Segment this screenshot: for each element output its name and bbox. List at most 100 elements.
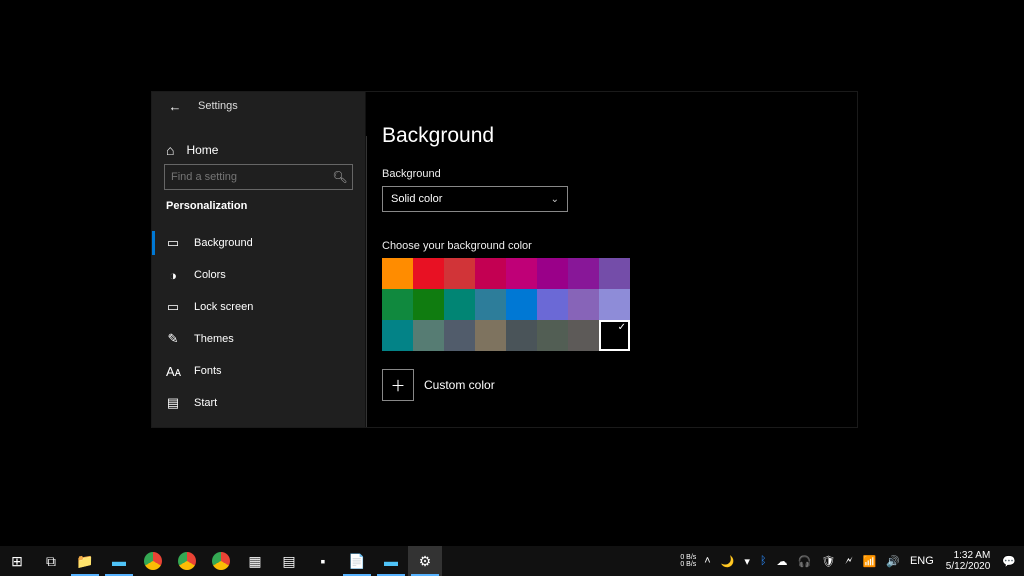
color-swatch[interactable] <box>568 320 599 351</box>
color-swatch[interactable] <box>506 258 537 289</box>
color-swatch[interactable] <box>599 320 630 351</box>
bluetooth-icon[interactable]: ᛒ <box>758 555 769 567</box>
sidebar-item-label: Start <box>194 397 217 409</box>
chrome-icon <box>144 552 162 570</box>
sidebar-item-label: Lock screen <box>194 301 253 313</box>
search-input[interactable]: 🔍︎ <box>164 164 353 190</box>
file-explorer-task[interactable]: 📁 <box>68 546 102 576</box>
search-field[interactable] <box>165 171 328 183</box>
sidebar-item-background[interactable]: ▭Background <box>152 227 365 259</box>
color-swatch[interactable] <box>475 258 506 289</box>
language-indicator[interactable]: ENG <box>908 555 936 567</box>
headphones-icon[interactable]: 🎧 <box>796 555 814 568</box>
security-icon[interactable]: 🛡 <box>819 555 837 568</box>
start-icon: ▤ <box>166 395 180 411</box>
color-swatch[interactable] <box>413 320 444 351</box>
chrome-task-3[interactable] <box>204 546 238 576</box>
home-label: Home <box>186 143 218 157</box>
color-swatch[interactable] <box>475 289 506 320</box>
wifi-icon[interactable]: 📶 <box>861 555 879 568</box>
app-task-4[interactable]: 📄 <box>340 546 374 576</box>
window-icon: ▬ <box>112 553 126 569</box>
color-swatch[interactable] <box>568 258 599 289</box>
volume-icon[interactable]: 🔊 <box>884 555 902 568</box>
color-swatch[interactable] <box>413 289 444 320</box>
color-swatch[interactable] <box>413 258 444 289</box>
lock-screen-icon: ▭ <box>166 299 180 315</box>
sidebar-item-fonts[interactable]: AᴀFonts <box>152 355 365 387</box>
color-swatch[interactable] <box>506 320 537 351</box>
notification-icon[interactable]: 💬 <box>1000 555 1018 568</box>
custom-color-row: ＋ Custom color <box>382 369 841 401</box>
app-task-3[interactable]: ▤ <box>272 546 306 576</box>
color-swatch[interactable] <box>475 320 506 351</box>
arrow-left-icon: ← <box>169 99 182 114</box>
color-swatch[interactable] <box>537 320 568 351</box>
scrollbar-track[interactable] <box>366 136 367 427</box>
task-view-button[interactable]: ⧉ <box>34 546 68 576</box>
gear-icon: ⚙ <box>419 553 432 570</box>
app-task-2[interactable]: ▦ <box>238 546 272 576</box>
net-down: 0 B/s <box>680 561 696 568</box>
clock-time: 1:32 AM <box>946 550 991 561</box>
color-swatch[interactable] <box>537 289 568 320</box>
network-meter[interactable]: 0 B/s 0 B/s <box>680 554 696 568</box>
sidebar: ← Settings ⌂ Home 🔍︎ Personalization ▭Ba… <box>152 92 365 427</box>
titlebar: ← Settings <box>152 92 365 120</box>
taskbar-clock[interactable]: 1:32 AM 5/12/2020 <box>942 550 995 572</box>
tray-icon-1[interactable]: ▾ <box>742 555 752 568</box>
terminal-task[interactable]: ▪ <box>306 546 340 576</box>
battery-icon[interactable]: 🗲 <box>843 555 854 568</box>
search-icon: 🔍︎ <box>328 170 352 184</box>
sidebar-item-colors[interactable]: ◑Colors <box>152 259 365 291</box>
window-title: Settings <box>198 100 238 112</box>
chevron-down-icon: ⌄ <box>551 194 559 205</box>
settings-window: ─ ▢ ✕ ← Settings ⌂ Home 🔍︎ Personalizati… <box>152 92 857 427</box>
clock-date: 5/12/2020 <box>946 561 991 572</box>
color-swatch[interactable] <box>444 258 475 289</box>
start-button[interactable]: ⊞ <box>0 546 34 576</box>
color-swatch[interactable] <box>444 320 475 351</box>
app-icon: ▦ <box>248 553 261 570</box>
color-swatch[interactable] <box>599 289 630 320</box>
app-icon: ▤ <box>282 553 295 570</box>
color-swatch[interactable] <box>444 289 475 320</box>
chrome-icon <box>178 552 196 570</box>
color-swatch[interactable] <box>382 289 413 320</box>
swatch-label: Choose your background color <box>382 240 841 252</box>
net-up: 0 B/s <box>680 554 696 561</box>
custom-color-button[interactable]: ＋ <box>382 369 414 401</box>
app-task-5[interactable]: ▬ <box>374 546 408 576</box>
sidebar-item-lock-screen[interactable]: ▭ Lock screen <box>152 291 365 323</box>
color-swatch[interactable] <box>382 258 413 289</box>
taskbar: ⊞ ⧉ 📁 ▬ ▦ ▤ ▪ 📄 ▬ ⚙ 0 B/s 0 B/s ˄ 🌙 ▾ ᛒ … <box>0 546 1024 576</box>
sidebar-item-themes[interactable]: ✎Themes <box>152 323 365 355</box>
color-swatch[interactable] <box>599 258 630 289</box>
chrome-task-1[interactable] <box>136 546 170 576</box>
sidebar-item-label: Fonts <box>194 365 222 377</box>
section-label: Personalization <box>166 200 247 212</box>
chrome-icon <box>212 552 230 570</box>
home-icon: ⌂ <box>166 142 174 158</box>
app-task-1[interactable]: ▬ <box>102 546 136 576</box>
page-title: Background <box>382 124 841 148</box>
folder-icon: 📁 <box>76 553 93 570</box>
onedrive-icon[interactable]: ☁ <box>775 555 790 568</box>
app-icon: 📄 <box>348 553 365 570</box>
sidebar-item-start[interactable]: ▤ Start <box>152 387 365 419</box>
chrome-task-2[interactable] <box>170 546 204 576</box>
colors-icon: ◑ <box>166 268 180 283</box>
color-swatch[interactable] <box>506 289 537 320</box>
color-swatch[interactable] <box>568 289 599 320</box>
color-swatch[interactable] <box>382 320 413 351</box>
sidebar-item-home[interactable]: ⌂ Home <box>152 136 365 164</box>
sidebar-item-label: Background <box>194 237 253 249</box>
taskbar-tray: 0 B/s 0 B/s ˄ 🌙 ▾ ᛒ ☁ 🎧 🛡 🗲 📶 🔊 ENG 1:32… <box>680 546 1024 576</box>
tray-expand-icon[interactable]: ˄ <box>702 555 712 567</box>
moon-icon[interactable]: 🌙 <box>719 555 737 568</box>
back-button[interactable]: ← <box>152 92 198 120</box>
background-dropdown[interactable]: Solid color ⌄ <box>382 186 568 212</box>
plus-icon: ＋ <box>390 375 405 396</box>
settings-task[interactable]: ⚙ <box>408 546 442 576</box>
color-swatch[interactable] <box>537 258 568 289</box>
